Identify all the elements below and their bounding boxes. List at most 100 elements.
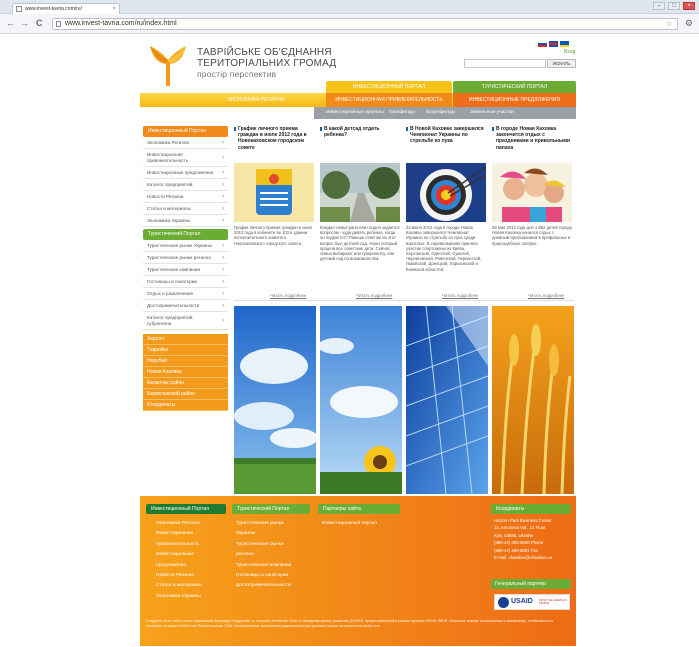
close-window-icon[interactable]: × xyxy=(683,2,695,10)
sidebar-item[interactable]: Экономика Региона › xyxy=(143,137,228,149)
news-thumbnail[interactable] xyxy=(406,163,486,222)
sidebar-item[interactable]: Туристические рынки Украины › xyxy=(143,240,228,252)
promo-photo[interactable] xyxy=(320,306,402,494)
read-more-link[interactable]: Читать подробнее xyxy=(356,293,392,298)
footer-contacts: Horizon Park Business Center 12, Amosova … xyxy=(494,517,552,561)
promo-photo[interactable] xyxy=(406,306,488,494)
minimize-icon[interactable]: – xyxy=(653,2,665,10)
footer-link[interactable]: Достопримечательности xyxy=(236,581,291,591)
sidebar-item[interactable]: Гостиницы и санатории › xyxy=(143,276,228,288)
language-flag-icon[interactable] xyxy=(560,41,569,47)
chevron-right-icon: › xyxy=(222,181,224,188)
maximize-icon[interactable]: □ xyxy=(668,2,680,10)
login-link[interactable]: Вход xyxy=(564,49,575,55)
footer-link[interactable]: Инвестиционная xyxy=(156,529,202,539)
sidebar-item-label: Отдых и развлечения xyxy=(147,291,194,296)
news-thumbnail[interactable] xyxy=(320,163,400,222)
footer-link[interactable]: региона xyxy=(236,550,291,560)
news-excerpt: 28 мая 2012 года для 1 682 детей города … xyxy=(492,225,572,246)
chevron-right-icon: › xyxy=(222,278,224,285)
sidebar-item-label: Каталог предприятий субрегиона xyxy=(147,315,193,326)
chevron-right-icon: › xyxy=(222,154,224,161)
search-input[interactable] xyxy=(464,59,546,68)
sidebar-region-link[interactable]: Каланчак район xyxy=(143,378,228,389)
footer-link[interactable]: Экономика Украины xyxy=(156,592,202,602)
footer-list-tourism: Туристические рынки Украины Туристические … xyxy=(236,519,291,592)
sidebar-item-label: Достопримечательности xyxy=(147,303,200,308)
sidebar-region-link[interactable]: Херсон xyxy=(143,334,228,345)
sidebar-region-link[interactable]: Новая Каховка xyxy=(143,367,228,378)
search-button[interactable]: ИСКАТЬ xyxy=(547,59,576,68)
read-more-link[interactable]: Читать подробнее xyxy=(270,293,306,298)
contact-line: Kyiv, 03680, Ukraine xyxy=(494,532,534,538)
sidebar-item[interactable]: Отдых и развлечения › xyxy=(143,288,228,300)
news-thumbnail[interactable] xyxy=(492,163,572,222)
logo-icon[interactable] xyxy=(148,42,188,86)
footer-link[interactable]: привлекательность xyxy=(156,540,202,550)
usaid-logo[interactable]: USAID FROM THE AMERICAN PEOPLE xyxy=(494,594,570,610)
address-bar[interactable]: www.invest-tavria.com/ru/index.html ☆ xyxy=(52,18,678,30)
sidebar-item[interactable]: Инвестиционные предложения › xyxy=(143,167,228,179)
reload-icon[interactable]: C xyxy=(36,19,43,28)
usaid-subtitle: FROM THE AMERICAN PEOPLE xyxy=(539,599,567,605)
footer-link[interactable]: Туристические рынки xyxy=(236,519,291,529)
sidebar-item[interactable]: Каталог предприятий › xyxy=(143,179,228,191)
footer-link[interactable]: Новости Региона xyxy=(156,571,202,581)
sidebar-item[interactable]: Туристические компании › xyxy=(143,264,228,276)
tab-tourism-portal[interactable]: ТУРИСТИЧЕСКИЙ ПОРТАЛ xyxy=(453,81,576,93)
footer-link[interactable]: Инвестиционный портал xyxy=(322,519,377,529)
page-icon xyxy=(56,21,61,27)
news-title[interactable]: В какой детсад отдать ребенка? xyxy=(320,126,400,163)
sidebar-head-tourism[interactable]: Туристический Портал xyxy=(143,229,228,240)
sidebar-item[interactable]: Достопримечательности › xyxy=(143,300,228,312)
footer-head-partners: Партнеры сайта xyxy=(318,504,400,514)
sidebar-region-link[interactable]: Таврийск xyxy=(143,345,228,356)
tab-investment-portal[interactable]: ИНВЕСТИЦИОННЫЙ ПОРТАЛ xyxy=(326,81,452,93)
language-flag-icon[interactable] xyxy=(538,41,547,47)
sidebar-item[interactable]: Экономика Украины › xyxy=(143,215,228,227)
news-excerpt: Каждая семья рано или поздно задается во… xyxy=(320,225,400,262)
footer-link[interactable]: Инвестиционные xyxy=(156,550,202,560)
contact-line: Horizon Park Business Center xyxy=(494,518,552,523)
browser-tab[interactable]: www.invest-tavria.com/ru/ × xyxy=(12,3,120,14)
nav-item-offers[interactable]: ИНВЕСТИЦИОННЫЕ ПРЕДЛОЖЕНИЯ xyxy=(453,93,576,107)
footer-head-contacts: Координаты xyxy=(491,504,571,514)
read-more-link[interactable]: Читать подробнее xyxy=(442,293,478,298)
sidebar-item[interactable]: Новости Региона › xyxy=(143,191,228,203)
footer-link[interactable]: Экономика Региона xyxy=(156,519,202,529)
subnav-greenfields[interactable]: Гринфилды xyxy=(389,107,415,119)
sidebar-item[interactable]: Статьи и материалы › xyxy=(143,203,228,215)
language-flag-icon[interactable] xyxy=(549,41,558,47)
sidebar-region-link[interactable]: Нерубай xyxy=(143,356,228,367)
wrench-icon[interactable]: ⚙ xyxy=(685,18,693,29)
promo-photo[interactable] xyxy=(492,306,574,494)
footer-link[interactable]: Статьи и материалы xyxy=(156,581,202,591)
back-icon[interactable]: ← xyxy=(6,19,15,28)
news-thumbnail[interactable] xyxy=(234,163,314,222)
nav-item-economy[interactable]: ЭКОНОМИКА РЕГИОНА xyxy=(194,93,318,107)
news-title[interactable]: В Новой Каховке завершился Чемпионат Укр… xyxy=(406,126,486,163)
bookmark-star-icon[interactable]: ☆ xyxy=(666,19,673,29)
forward-icon[interactable]: → xyxy=(20,19,29,28)
news-title[interactable]: График личного приема граждан в июле 201… xyxy=(234,126,314,163)
news-title[interactable]: В городе Новая Каховка закончится отдых … xyxy=(492,126,572,163)
footer-link[interactable]: Туристические компании xyxy=(236,561,291,571)
subnav-land-plots[interactable]: Земельные участки xyxy=(470,107,514,119)
footer-link[interactable]: Украины xyxy=(236,529,291,539)
primary-nav: ЭКОНОМИКА РЕГИОНА ИНВЕСТИЦИОННАЯ ПРИВЛЕК… xyxy=(140,93,576,107)
sidebar-head-investment[interactable]: Инвестиционный Портал xyxy=(143,126,228,137)
sidebar-item[interactable]: Каталог предприятий субрегиона › xyxy=(143,312,228,330)
sidebar-region-link[interactable]: Бериславский район xyxy=(143,389,228,400)
subnav-projects[interactable]: Инвестиционные проекты xyxy=(326,107,384,119)
read-more-link[interactable]: Читать подробнее xyxy=(528,293,564,298)
tab-close-icon[interactable]: × xyxy=(112,4,116,14)
sidebar-item[interactable]: Инвестиционная привлекательность › xyxy=(143,149,228,167)
promo-photo[interactable] xyxy=(234,306,316,494)
sidebar-region-link[interactable]: Координаты xyxy=(143,400,228,411)
nav-item-attractiveness[interactable]: ИНВЕСТИЦИОННАЯ ПРИВЛЕКАТЕЛЬНОСТЬ xyxy=(326,93,452,107)
sidebar-item[interactable]: Туристические рынки региона › xyxy=(143,252,228,264)
footer-link[interactable]: предложения xyxy=(156,561,202,571)
footer-link[interactable]: Туристические рынки xyxy=(236,540,291,550)
subnav-brownfields[interactable]: Браунфилды xyxy=(426,107,455,119)
footer-link[interactable]: Гостиницы и санатории xyxy=(236,571,291,581)
